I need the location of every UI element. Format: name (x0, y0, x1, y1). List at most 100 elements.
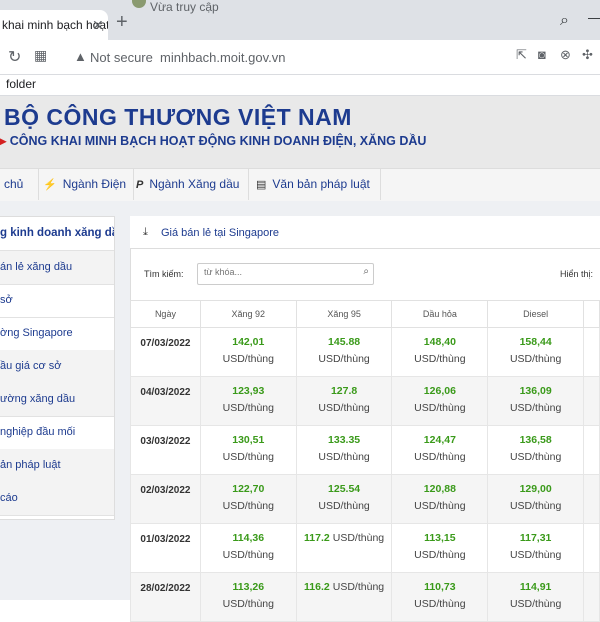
col-ron95[interactable]: Xăng 95 (295, 300, 393, 328)
date-cell: 28/02/2022 (130, 572, 201, 622)
price-value: 122,70 (232, 483, 265, 495)
col-date[interactable]: Ngày (130, 300, 201, 328)
price-unit: USD/thùng (414, 500, 466, 512)
bookmarks-bar (0, 75, 600, 96)
price-unit: USD/thùng (332, 581, 385, 593)
price-value: 114,91 (519, 581, 552, 593)
price-value: 117.2 (304, 532, 330, 544)
search-label: Tìm kiếm: (144, 269, 184, 279)
search-input[interactable] (204, 267, 344, 277)
price-value: 113,26 (232, 581, 265, 593)
ron95-cell: 125.54 USD/thùng (295, 474, 393, 524)
ron95-cell: 127.8 USD/thùng (295, 376, 393, 426)
warning-icon[interactable]: ▲ (74, 49, 87, 64)
sidebar-item-market[interactable]: ường xăng dầu (0, 383, 114, 417)
share-icon[interactable]: ⇱ (516, 47, 527, 63)
diesel-cell: 158,44 USD/thùng (487, 327, 585, 377)
bookmark-folder[interactable]: folder (6, 77, 36, 91)
show-entries-label: Hiển thị: (560, 269, 594, 279)
price-value: 125.54 (328, 483, 361, 495)
diesel-cell: 114,91 USD/thùng (487, 572, 585, 622)
price-unit: USD/thùng (509, 451, 562, 463)
price-value: 148,40 (423, 336, 456, 348)
ron92-cell: 114,36 USD/thùng (199, 523, 297, 573)
sidebar-heading[interactable]: g kinh doanh xăng dầu (0, 217, 114, 251)
nav-legal-docs[interactable]: ▤ Văn bản pháp luật (246, 168, 381, 200)
diesel-cell: 136,09 USD/thùng (487, 376, 585, 426)
ron95-cell: 145.88 USD/thùng (295, 327, 393, 377)
second-tab-title[interactable]: Vừa truy cập (150, 0, 219, 14)
search-icon[interactable]: ⌕ (363, 266, 369, 277)
ron92-cell: 123,93 USD/thùng (199, 376, 297, 426)
price-unit: USD/thùng (222, 451, 274, 463)
price-unit: USD/thùng (414, 353, 466, 365)
extra-cell (583, 523, 600, 573)
price-unit: USD/thùng (509, 402, 562, 414)
close-tab-icon[interactable]: ✕ (92, 10, 104, 40)
col-extra (583, 300, 600, 328)
price-value: 136,09 (519, 385, 552, 397)
table-row: 01/03/2022 114,36 USD/thùng 117.2 USD/thù… (130, 523, 600, 573)
sidebar-item-base[interactable]: sở (0, 284, 114, 318)
kerosene-cell: 120,88 USD/thùng (391, 474, 489, 524)
nav-electricity[interactable]: ⚡ Ngành Điện (35, 168, 134, 200)
nav-petroleum[interactable]: P Ngành Xăng dầu (126, 168, 249, 200)
kerosene-cell: 126,06 USD/thùng (391, 376, 489, 426)
price-value: 113,15 (424, 532, 456, 544)
camera-icon[interactable]: ◙ (538, 47, 546, 62)
ron95-cell: 117.2 USD/thùng (295, 523, 393, 573)
diesel-cell: 117,31 USD/thùng (487, 523, 585, 573)
active-tab[interactable]: khai minh bạch hoạt ✕ (0, 10, 108, 40)
address-bar-url[interactable]: minhbach.moit.gov.vn (160, 50, 286, 65)
sidebar-item-base-price[interactable]: ầu giá cơ sở (0, 350, 114, 384)
nav-home[interactable]: chủ (0, 168, 39, 200)
price-value: 142,01 (232, 336, 265, 348)
puzzle-icon[interactable]: ✣ (582, 47, 593, 63)
new-tab-icon[interactable]: + (116, 12, 128, 32)
kerosene-cell: 113,15 USD/thùng (391, 523, 489, 573)
price-table: Ngày Xăng 92 Xăng 95 Dầu hỏa Diesel 07/0… (130, 300, 600, 622)
security-label[interactable]: Not secure (90, 50, 153, 65)
nav-legal-docs-label: Văn bản pháp luật (272, 177, 370, 191)
price-unit: USD/thùng (222, 402, 274, 414)
sidebar-item-legal-docs[interactable]: ản pháp luật (0, 449, 114, 483)
table-header-row: Ngày Xăng 92 Xăng 95 Dầu hỏa Diesel (130, 300, 600, 328)
price-value: 127.8 (330, 385, 358, 397)
kerosene-cell: 110,73 USD/thùng (391, 572, 489, 622)
shield-icon[interactable]: ⊗ (560, 47, 571, 63)
sidebar-item-retail-price[interactable]: án lẻ xăng dầu (0, 251, 114, 285)
ron92-cell: 113,26 USD/thùng (199, 572, 297, 622)
col-ron92[interactable]: Xăng 92 (199, 300, 297, 328)
reload-icon[interactable]: ↻ (8, 47, 21, 67)
price-unit: USD/thùng (318, 451, 370, 463)
site-subtitle: ▸ CÔNG KHAI MINH BẠCH HOẠT ĐỘNG KINH DOA… (0, 133, 426, 148)
col-diesel[interactable]: Diesel (487, 300, 585, 328)
kerosene-cell: 148,40 USD/thùng (391, 327, 489, 377)
date-cell: 03/03/2022 (130, 425, 201, 475)
table-row: 02/03/2022 122,70 USD/thùng 125.54 USD/thù… (130, 474, 600, 524)
diesel-cell: 136,58 USD/thùng (487, 425, 585, 475)
sidebar-item-reports[interactable]: cáo (0, 482, 114, 516)
col-kerosene[interactable]: Dầu hỏa (391, 300, 489, 328)
sidebar-item-singapore[interactable]: ờng Singapore (0, 317, 114, 351)
price-value: 110,73 (424, 581, 456, 593)
search-box[interactable]: ⌕ (197, 263, 374, 285)
price-value: 158,44 (519, 336, 552, 348)
price-unit: USD/thùng (318, 353, 370, 365)
search-tabs-icon[interactable]: ⌕ (560, 12, 569, 30)
price-value: 129,00 (519, 483, 552, 495)
sidebar-item-key-traders[interactable]: nghiệp đầu mối (0, 416, 114, 450)
extra-cell (583, 327, 600, 377)
price-value: 124,47 (423, 434, 456, 446)
price-value: 123,93 (232, 385, 265, 397)
price-unit: USD/thùng (414, 451, 466, 463)
date-cell: 07/03/2022 (130, 327, 201, 377)
price-value: 126,06 (423, 385, 456, 397)
price-unit: USD/thùng (222, 549, 274, 561)
date-cell: 01/03/2022 (130, 523, 201, 573)
apps-icon[interactable]: ▦ (34, 47, 47, 64)
price-unit: USD/thùng (509, 549, 562, 561)
price-unit: USD/thùng (222, 353, 274, 365)
minimize-icon[interactable] (588, 18, 600, 19)
ron92-cell: 130,51 USD/thùng (199, 425, 297, 475)
